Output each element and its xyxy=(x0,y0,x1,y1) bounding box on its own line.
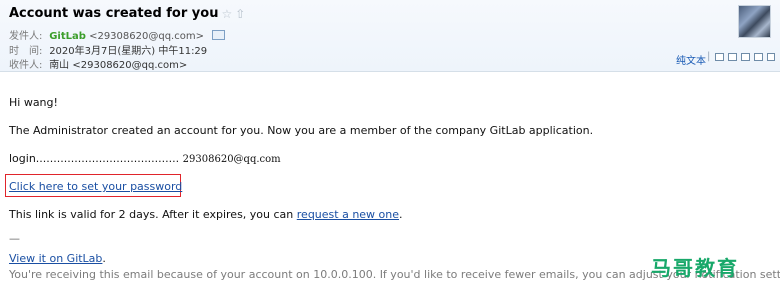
greeting: Hi wang! xyxy=(9,96,58,109)
watermark-logo: 马哥教育 xyxy=(651,256,739,280)
to-row: 收件人: 南山 <29308620@qq.com> xyxy=(9,56,187,71)
from-row: 发件人: GitLab <29308620@qq.com> xyxy=(9,27,226,42)
set-password-row: Click here to set your password xyxy=(9,180,182,193)
copy-icon[interactable] xyxy=(728,53,737,61)
print-icon[interactable] xyxy=(741,53,750,61)
more-icon[interactable] xyxy=(754,53,763,61)
request-new-link[interactable]: request a new one xyxy=(297,208,399,221)
toolbar-separator: | xyxy=(707,51,711,62)
login-label: login...................................… xyxy=(9,152,180,165)
email-header: Account was created for you ☆ ⇧ 发件人: Git… xyxy=(0,0,780,72)
validity-suffix: . xyxy=(399,208,403,221)
from-label: 发件人: xyxy=(9,31,43,42)
contact-card-icon[interactable] xyxy=(212,30,226,40)
view-gitlab-suffix: . xyxy=(102,252,106,265)
plain-text-link[interactable]: 纯文本 xyxy=(676,52,706,67)
login-value: 29308620@qq.com xyxy=(182,154,281,165)
set-password-link[interactable]: Click here to set your password xyxy=(9,180,182,193)
signature-dash: — xyxy=(9,232,20,245)
recipient[interactable]: 南山 <29308620@qq.com> xyxy=(49,60,187,71)
time-label: 时 间: xyxy=(9,46,43,57)
subject-row: Account was created for you ☆ ⇧ xyxy=(9,6,245,21)
time-row: 时 间: 2020年3月7日(星期六) 中午11:29 xyxy=(9,42,207,57)
email-subject: Account was created for you xyxy=(9,6,219,21)
to-label: 收件人: xyxy=(9,60,43,71)
avatar[interactable] xyxy=(738,5,771,38)
expand-icon[interactable] xyxy=(767,53,775,61)
view-gitlab-link[interactable]: View it on GitLab xyxy=(9,252,102,265)
login-row: login...................................… xyxy=(9,152,281,165)
up-arrow-icon[interactable]: ⇧ xyxy=(235,7,245,21)
window-icon[interactable] xyxy=(715,53,724,61)
validity-text: This link is valid for 2 days. After it … xyxy=(9,208,297,221)
validity-row: This link is valid for 2 days. After it … xyxy=(9,208,403,221)
star-icon[interactable]: ☆ xyxy=(221,7,232,21)
sender-address: <29308620@qq.com> xyxy=(89,31,204,42)
view-gitlab-row: View it on GitLab. xyxy=(9,252,106,265)
intro-text: The Administrator created an account for… xyxy=(9,124,594,137)
sender-name[interactable]: GitLab xyxy=(49,31,86,42)
